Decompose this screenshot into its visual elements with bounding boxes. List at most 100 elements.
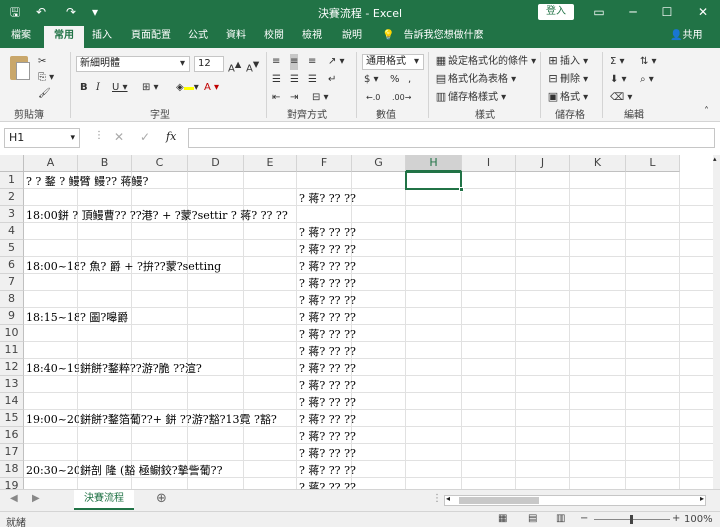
fill-icon[interactable]: ⬇ ▾ [610, 72, 627, 88]
insert-cells-button[interactable]: ⊞ 插入 ▾ [546, 54, 588, 70]
tell-me-box[interactable]: 💡 告訴我您想做什麼 [382, 28, 484, 44]
fill-handle[interactable] [459, 187, 464, 192]
cancel-icon[interactable]: ✕ [114, 130, 124, 144]
zoom-slider[interactable] [594, 515, 670, 524]
cell-f17[interactable]: ? 蒋? ?? ?? [299, 445, 356, 462]
row-header-17[interactable]: 17 [0, 444, 24, 461]
conditional-format-button[interactable]: ▦ 設定格式化的條件 ▾ [434, 54, 536, 70]
vertical-scrollbar[interactable]: ▴ [713, 155, 720, 489]
cell-b9[interactable]: ? 圖?嗥爵 [80, 309, 128, 326]
increase-decimal-icon[interactable]: ←.0 [366, 90, 380, 106]
cell-b6[interactable]: ? 魚? 爵 + ?拚??蒙?setting [80, 258, 221, 275]
cell-b18[interactable]: 鉼剖 隆 (豁 極鳚鉸?摯訾葡?? [80, 462, 297, 479]
cell-f16[interactable]: ? 蒋? ?? ?? [299, 428, 356, 445]
increase-font-icon[interactable]: A▲ [228, 56, 241, 74]
column-header-e[interactable]: E [244, 155, 297, 172]
cell-a3[interactable]: 18:00鉼 ? 頂鳗曹?? ??港? + ?蒙?settir ? 蒋? ?? … [26, 207, 288, 224]
zoom-slider-thumb[interactable] [630, 515, 633, 524]
cell-a6[interactable]: 18:00~18:1 [26, 258, 79, 275]
scroll-right-icon[interactable]: ▸ [700, 494, 704, 503]
font-color-icon[interactable]: A ▾ [204, 80, 219, 96]
tab-formulas[interactable]: 公式 [182, 28, 214, 48]
cell-f13[interactable]: ? 蒋? ?? ?? [299, 377, 356, 394]
horizontal-scrollbar[interactable]: ◂ ▸ [444, 494, 706, 506]
row-header-1[interactable]: 1 [0, 172, 24, 189]
cell-f2[interactable]: ? 蒋? ?? ?? [299, 190, 356, 207]
zoom-out-icon[interactable]: − [580, 513, 588, 524]
cut-icon[interactable]: ✂ [38, 54, 46, 70]
zoom-in-icon[interactable]: + [672, 513, 680, 524]
more-sheets-icon[interactable]: ⋮ [432, 493, 442, 504]
cell-a18[interactable]: 20:30~20:4 [26, 462, 79, 479]
comma-icon[interactable]: , [408, 72, 411, 88]
insert-function-icon[interactable]: fx [166, 130, 176, 143]
selected-cell-h1[interactable] [405, 171, 464, 192]
cell-f10[interactable]: ? 蒋? ?? ?? [299, 326, 356, 343]
tab-data[interactable]: 資料 [220, 28, 252, 48]
cell-f19[interactable]: ? 蒋? ?? ?? [299, 479, 356, 489]
row-header-10[interactable]: 10 [0, 325, 24, 342]
row-header-18[interactable]: 18 [0, 461, 24, 478]
ribbon-display-icon[interactable]: ▭ [584, 3, 614, 21]
worksheet-grid[interactable]: ABCDEFGHIJKL 1 2 3 4 5 6 7 8 9 10 11 12 13 14 15 16 17 18… [0, 155, 713, 489]
column-header-j[interactable]: J [516, 155, 570, 172]
cell-a1[interactable]: ? ? 鍪 ? 鳗臂 鳗?? 蒋鳗? [26, 173, 148, 190]
scroll-up-icon[interactable]: ▴ [713, 155, 717, 163]
name-box[interactable]: H1 ▾ [4, 128, 80, 148]
scroll-sheets-left-icon[interactable]: ◀ [10, 493, 18, 504]
row-header-3[interactable]: 3 [0, 206, 24, 223]
align-right-icon[interactable]: ☰ [308, 72, 317, 88]
cell-a12[interactable]: 18:40~19:0 [26, 360, 79, 377]
sheet-tab-active[interactable]: 決賽流程 [74, 490, 134, 510]
font-name-select[interactable]: 新細明體 [76, 56, 190, 72]
cell-f4[interactable]: ? 蒋? ?? ?? [299, 224, 356, 241]
align-bottom-icon[interactable]: ≡ [308, 54, 316, 70]
format-painter-icon[interactable]: 🖌 [38, 86, 51, 102]
cell-f18[interactable]: ? 蒋? ?? ?? [299, 462, 356, 479]
scroll-sheets-right-icon[interactable]: ▶ [32, 493, 40, 504]
delete-cells-button[interactable]: ⊟ 刪除 ▾ [546, 72, 588, 88]
align-left-icon[interactable]: ☰ [272, 72, 281, 88]
merge-center-icon[interactable]: ⊟ ▾ [312, 90, 329, 106]
tab-view[interactable]: 檢視 [296, 28, 328, 48]
cell-f6[interactable]: ? 蒋? ?? ?? [299, 258, 356, 275]
row-header-19[interactable]: 19 [0, 478, 24, 489]
zoom-level[interactable]: 100% [684, 514, 713, 525]
row-header-15[interactable]: 15 [0, 410, 24, 427]
cell-f15[interactable]: ? 蒋? ?? ?? [299, 411, 356, 428]
minimize-icon[interactable]: ─ [618, 3, 648, 21]
column-header-d[interactable]: D [188, 155, 244, 172]
cell-styles-button[interactable]: ▥ 儲存格樣式 ▾ [434, 90, 506, 106]
find-select-icon[interactable]: ⌕ ▾ [640, 72, 654, 88]
percent-icon[interactable]: % [390, 72, 400, 88]
tab-file[interactable]: 檔案 [4, 28, 38, 48]
scroll-thumb[interactable] [459, 497, 539, 504]
scroll-left-icon[interactable]: ◂ [446, 494, 450, 503]
currency-icon[interactable]: $ ▾ [364, 72, 379, 88]
clear-icon[interactable]: ⌫ ▾ [610, 90, 632, 106]
tab-review[interactable]: 校閱 [258, 28, 290, 48]
row-header-14[interactable]: 14 [0, 393, 24, 410]
cell-b15[interactable]: 鉼餅?鍪箔葡??+ 鉼 ??游?豁?13霓 ?豁? [80, 411, 297, 428]
row-header-9[interactable]: 9 [0, 308, 24, 325]
row-header-11[interactable]: 11 [0, 342, 24, 359]
decrease-decimal-icon[interactable]: .00→ [392, 90, 411, 106]
login-button[interactable]: 登入 [538, 4, 574, 20]
column-header-a[interactable]: A [24, 155, 78, 172]
row-header-12[interactable]: 12 [0, 359, 24, 376]
cell-f9[interactable]: ? 蒋? ?? ?? [299, 309, 356, 326]
new-sheet-icon[interactable]: ⊕ [156, 491, 167, 506]
row-header-7[interactable]: 7 [0, 274, 24, 291]
column-header-f[interactable]: F [297, 155, 352, 172]
copy-icon[interactable]: ⎘ ▾ [38, 70, 54, 86]
maximize-icon[interactable]: ☐ [652, 3, 682, 21]
decrease-font-icon[interactable]: A▼ [246, 56, 259, 74]
cell-a15[interactable]: 19:00~20:3 [26, 411, 79, 428]
sort-filter-icon[interactable]: ⇅ ▾ [640, 54, 657, 70]
row-header-5[interactable]: 5 [0, 240, 24, 257]
orientation-icon[interactable]: ↗ ▾ [328, 54, 345, 70]
cell-f14[interactable]: ? 蒋? ?? ?? [299, 394, 356, 411]
column-header-g[interactable]: G [352, 155, 406, 172]
row-header-2[interactable]: 2 [0, 189, 24, 206]
close-icon[interactable]: ✕ [688, 3, 718, 21]
